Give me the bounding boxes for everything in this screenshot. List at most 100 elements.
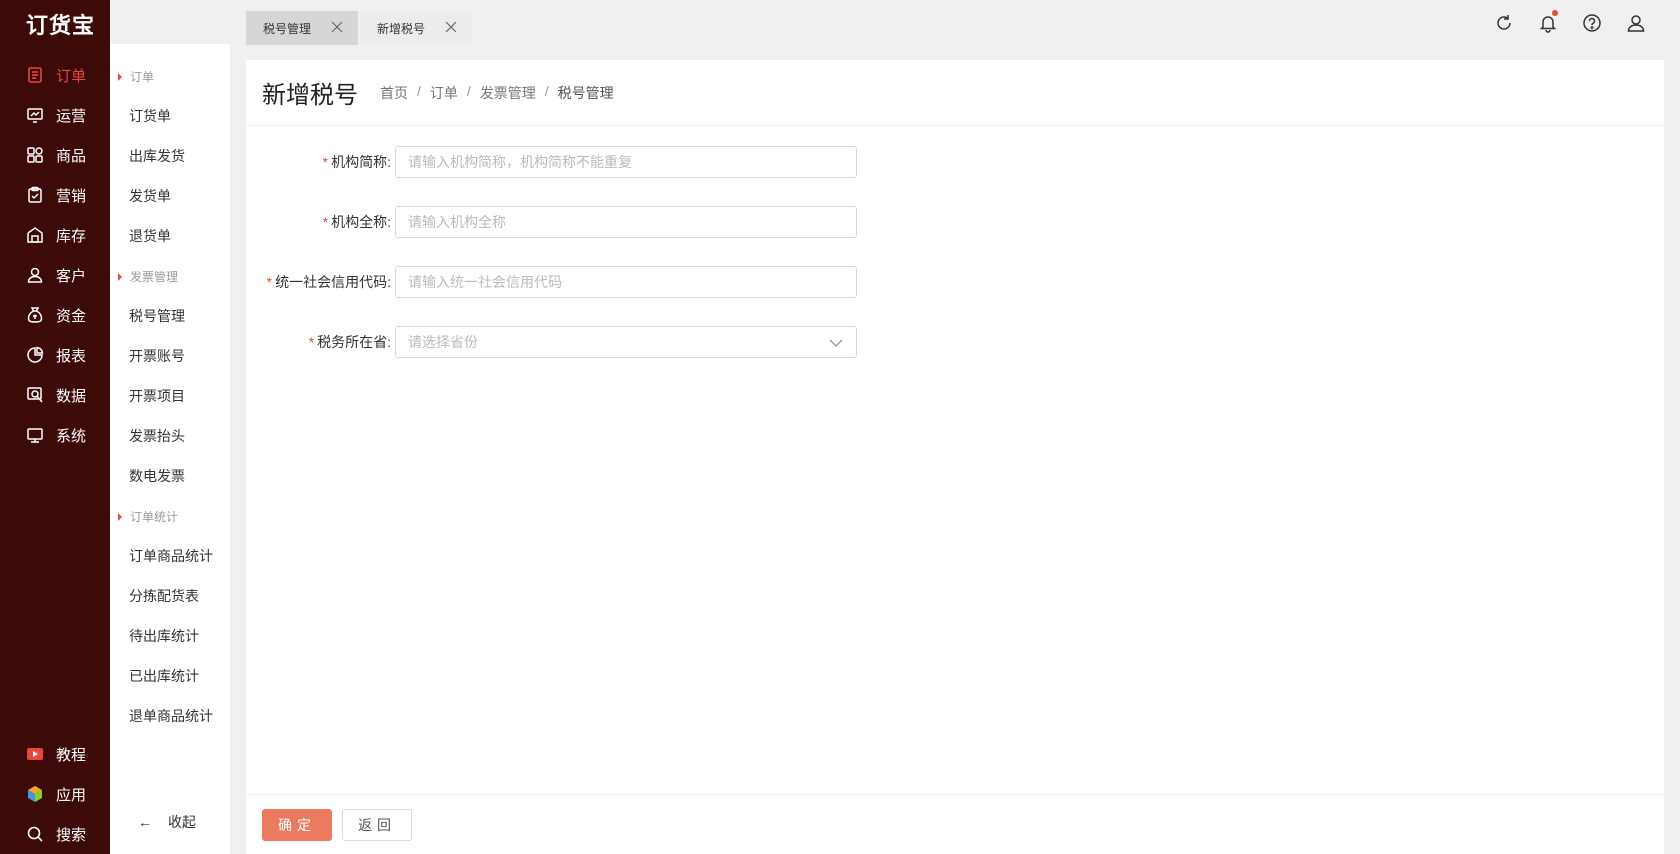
nav-item-report[interactable]: 报表 [0, 335, 110, 375]
nav-label: 搜索 [56, 826, 87, 844]
product-icon [26, 146, 44, 164]
nav-label: 订单 [56, 67, 87, 85]
field-label: * 统一社会信用代码: [246, 272, 395, 292]
back-button[interactable]: 返回 [342, 808, 412, 841]
tab-add-tax-number[interactable]: 新增税号 [360, 11, 472, 45]
nav-label: 数据 [56, 387, 87, 405]
close-icon[interactable] [330, 20, 344, 34]
nav-item-search[interactable]: 搜索 [0, 814, 110, 854]
bell-icon[interactable] [1538, 10, 1558, 33]
field-label: * 税务所在省: [246, 332, 395, 352]
inventory-icon [26, 226, 44, 244]
nav-label: 教程 [56, 746, 87, 764]
tab-tax-number-management[interactable]: 税号管理 [246, 11, 358, 45]
user-icon[interactable] [1626, 13, 1646, 33]
nav-item-order[interactable]: 订单 [0, 55, 110, 95]
form-row-short-name: * 机构简称: [246, 146, 857, 178]
marketing-icon [26, 186, 44, 204]
breadcrumb-item[interactable]: 发票管理 [480, 83, 536, 103]
submenu-group-invoice[interactable]: 发票管理 [118, 268, 178, 285]
app-logo[interactable]: 订货宝 [26, 8, 95, 40]
nav-item-tutorial[interactable]: 教程 [0, 734, 110, 774]
submenu-item[interactable]: 数电发票 [129, 466, 185, 486]
tab-label: 税号管理 [263, 21, 312, 36]
submenu-item[interactable]: 分拣配货表 [129, 586, 199, 606]
nav-item-operation[interactable]: 运营 [0, 95, 110, 135]
submenu-group-stats[interactable]: 订单统计 [118, 508, 178, 525]
submenu-group-order[interactable]: 订单 [118, 68, 154, 85]
nav-label: 资金 [56, 307, 87, 325]
refresh-icon[interactable] [1494, 13, 1514, 33]
submenu-item[interactable]: 税号管理 [129, 306, 185, 326]
main-content: 新增税号 首页 / 订单 / 发票管理 / 税号管理 *机构简称: *机构全称:… [246, 60, 1664, 854]
submenu-item[interactable]: 发票抬头 [129, 426, 185, 446]
submenu-item[interactable]: 出库发货 [129, 146, 185, 166]
nav-item-apps[interactable]: 应用 [0, 774, 110, 814]
submenu-item[interactable]: 发货单 [129, 186, 171, 206]
breadcrumb: 首页 / 订单 / 发票管理 / 税号管理 [380, 83, 614, 103]
breadcrumb-separator: / [417, 82, 421, 99]
required-mark: * [322, 154, 329, 170]
operation-icon [26, 106, 44, 124]
short-name-input[interactable] [395, 146, 857, 178]
submenu-item[interactable]: 退货单 [129, 226, 171, 246]
help-icon[interactable] [1582, 13, 1602, 33]
field-label-text: 统一社会信用代码: [275, 274, 391, 290]
nav-item-marketing[interactable]: 营销 [0, 175, 110, 215]
close-icon[interactable] [444, 20, 458, 34]
main-sidebar: 订货宝 订单 运营 商品 营销 库存 客户 资金 报表 数据 系统 教程 应用 … [0, 0, 110, 854]
breadcrumb-separator: / [544, 82, 549, 99]
order-icon [26, 66, 44, 84]
submenu-item[interactable]: 订货单 [129, 106, 171, 126]
customer-icon [26, 266, 44, 284]
submenu-group-title: 订单统计 [130, 510, 179, 524]
breadcrumb-separator: / [466, 82, 471, 99]
required-mark: * [308, 334, 315, 350]
nav-item-product[interactable]: 商品 [0, 135, 110, 175]
confirm-button[interactable]: 确定 [262, 808, 332, 841]
nav-label: 营销 [56, 187, 87, 205]
nav-label: 报表 [56, 347, 87, 365]
search-icon [26, 825, 44, 843]
expand-triangle-icon [118, 272, 122, 281]
page-header: 新增税号 首页 / 订单 / 发票管理 / 税号管理 [246, 60, 1664, 126]
select-placeholder: 请选择省份 [408, 334, 478, 350]
required-mark: * [322, 214, 329, 230]
submenu-item[interactable]: 订单商品统计 [129, 546, 213, 566]
submenu-item[interactable]: 退单商品统计 [129, 706, 213, 726]
nav-item-customer[interactable]: 客户 [0, 255, 110, 295]
collapse-button[interactable]: ← 收起 [138, 812, 196, 832]
submenu-group-title: 订单 [130, 70, 155, 84]
arrow-left-icon: ← [138, 814, 152, 830]
form-row-full-name: * 机构全称: [246, 206, 857, 238]
form-row-province: * 税务所在省: 请选择省份 [246, 326, 857, 358]
top-bar: 税号管理 新增税号 [230, 0, 1680, 45]
form-footer: 确定 返回 [246, 794, 1664, 854]
field-label: * 机构简称: [246, 152, 395, 172]
notification-dot [1552, 10, 1558, 16]
province-select[interactable]: 请选择省份 [395, 326, 857, 358]
tab-label: 新增税号 [377, 21, 426, 36]
breadcrumb-item[interactable]: 首页 [380, 83, 408, 103]
page-title: 新增税号 [262, 82, 358, 109]
nav-label: 商品 [56, 147, 87, 165]
submenu-item[interactable]: 开票账号 [129, 346, 185, 366]
breadcrumb-item[interactable]: 订单 [430, 83, 458, 103]
nav-item-inventory[interactable]: 库存 [0, 215, 110, 255]
nav-label: 系统 [56, 427, 87, 445]
nav-item-system[interactable]: 系统 [0, 415, 110, 455]
submenu-group-title: 发票管理 [130, 270, 179, 284]
submenu-item[interactable]: 待出库统计 [129, 626, 199, 646]
chevron-down-icon [828, 335, 844, 351]
full-name-input[interactable] [395, 206, 857, 238]
field-label-text: 机构全称: [331, 214, 391, 230]
nav-item-data[interactable]: 数据 [0, 375, 110, 415]
breadcrumb-item: 税号管理 [557, 84, 614, 101]
nav-item-funds[interactable]: 资金 [0, 295, 110, 335]
expand-triangle-icon [118, 72, 122, 81]
report-icon [26, 346, 44, 364]
credit-code-input[interactable] [395, 266, 857, 298]
submenu-item[interactable]: 开票项目 [129, 386, 185, 406]
tutorial-icon [26, 745, 44, 763]
submenu-item[interactable]: 已出库统计 [129, 666, 199, 686]
